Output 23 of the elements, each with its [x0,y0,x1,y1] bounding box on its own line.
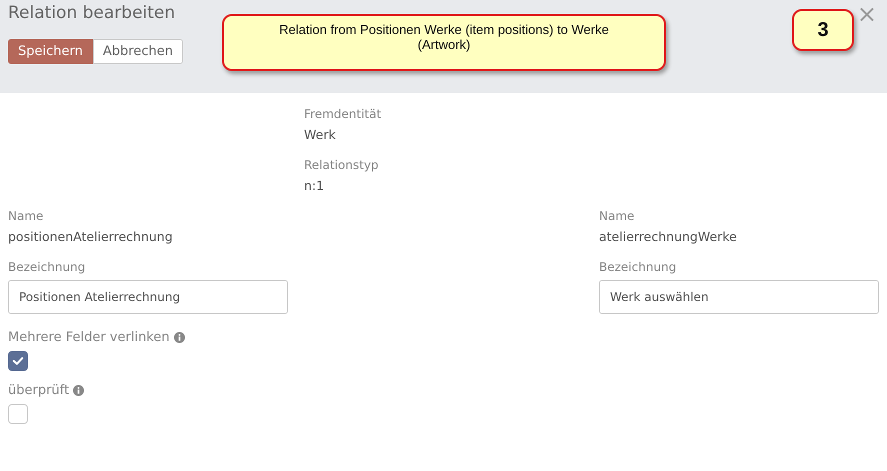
field-label: Bezeichnung [599,260,678,274]
info-icon [73,385,84,396]
option-label: Mehrere Felder verlinken [8,330,170,345]
checkbox[interactable] [8,351,28,371]
callout-note: Relation from Positionen Werke (item positions) to Werke (Artwork) [222,14,666,71]
save-button[interactable]: Speichern [8,39,93,64]
window-title: Relation bearbeiten [8,2,176,23]
cancel-button[interactable]: Abbrechen [92,39,183,64]
field-value: Werk [304,127,337,142]
field-label: Name [8,209,44,223]
field-label: Bezeichnung [8,260,86,274]
input-field[interactable]: Positionen Atelierrechnung [8,280,288,314]
field-value: n:1 [304,178,326,193]
field-label: Name [599,209,636,223]
field-value: positionenAtelierrechnung [8,229,174,244]
info-icon [174,332,185,343]
check-icon [11,354,25,368]
step-badge: 3 [792,9,854,51]
field-value: atelierrechnungWerke [599,229,738,244]
field-label: Fremdentität [304,107,382,121]
input-field[interactable]: Werk auswählen [599,280,879,314]
option-label: überprüft [8,383,70,398]
field-label: Relationstyp [304,158,380,172]
